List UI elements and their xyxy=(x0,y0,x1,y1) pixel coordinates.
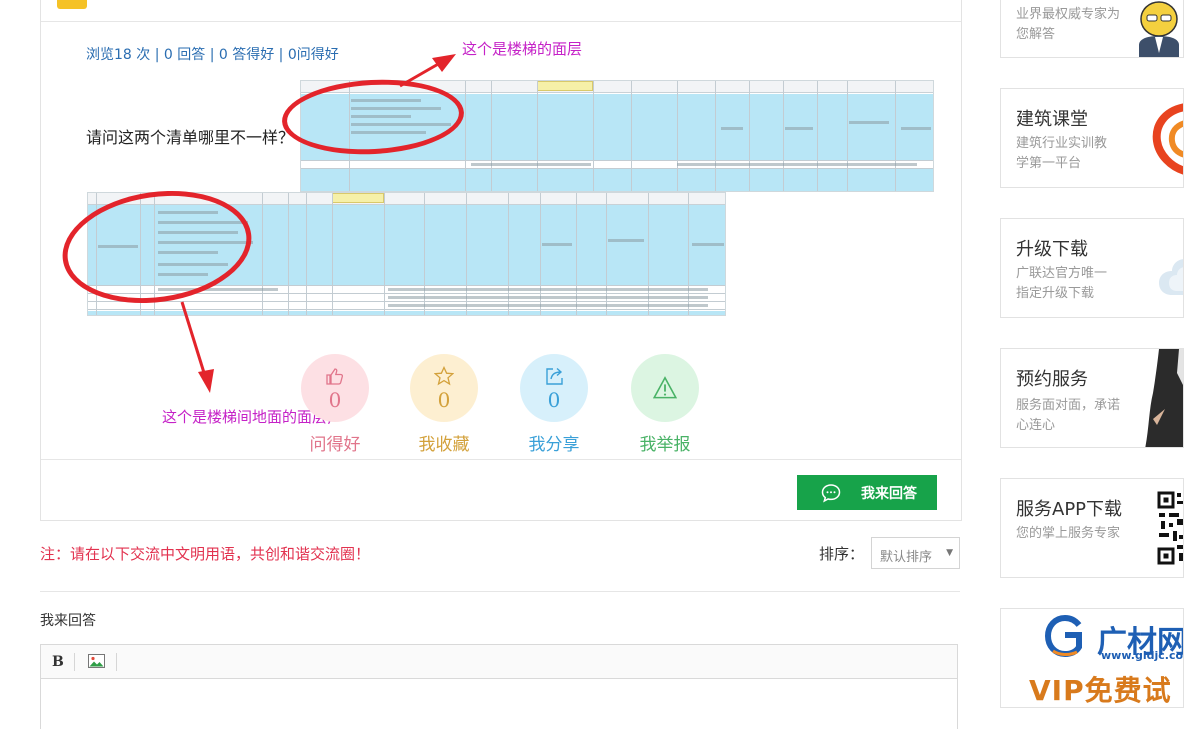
service-person-icon xyxy=(1145,349,1183,447)
report-button[interactable]: 我举报 xyxy=(631,354,699,455)
vip-promo-text: VIP免费试 xyxy=(1029,674,1172,707)
sidebar-card-desc: 广联达官方唯一指定升级下载 xyxy=(1016,266,1108,301)
question-badge-icon xyxy=(57,0,87,9)
sidebar-card-gldjc-ad[interactable]: 广材网 www.gldjc.com VIP免费试 xyxy=(1000,608,1184,708)
classroom-logo-icon xyxy=(1152,103,1183,175)
like-label: 问得好 xyxy=(309,435,361,455)
warning-icon xyxy=(653,376,677,399)
sheet-selected-row xyxy=(301,169,933,191)
sidebar-card-desc: 建筑行业实训教学第一平台 xyxy=(1016,136,1108,171)
editor-toolbar: B xyxy=(41,645,957,679)
sort-select[interactable]: 默认排序 ▼ xyxy=(871,537,960,569)
favorite-count: 0 xyxy=(437,388,451,412)
sidebar-card-desc: 服务面对面，承诺心连心 xyxy=(1016,398,1121,433)
sidebar-card-title: 服务APP下载 xyxy=(1016,499,1123,520)
sidebar-card-download[interactable]: 升级下载 广联达官方唯一指定升级下载 xyxy=(1000,218,1184,318)
bold-button[interactable]: B xyxy=(52,654,64,670)
sidebar-card-app-download[interactable]: 服务APP下载 您的掌上服务专家 xyxy=(1000,478,1184,578)
sheet-selected-row xyxy=(88,311,725,315)
panel-divider xyxy=(41,459,961,460)
answer-button[interactable]: 我来回答 xyxy=(797,475,937,510)
sidebar-card-title: 建筑课堂 xyxy=(1016,109,1088,130)
favorite-button[interactable]: 0 我收藏 xyxy=(410,354,478,455)
civility-notice: 注：请在以下交流中文明用语，共创和谐交流圈！ xyxy=(40,545,371,563)
chevron-down-icon: ▼ xyxy=(946,548,953,558)
chat-icon xyxy=(821,484,841,503)
thumbs-up-icon xyxy=(326,368,344,385)
sidebar-card-desc: 您的掌上服务专家 xyxy=(1016,526,1121,541)
gldjc-logo-icon xyxy=(1045,615,1082,658)
question-stats: 浏览18 次 | 0 回答 | 0 答得好 | 0问得好 xyxy=(86,47,339,63)
like-question-button[interactable]: 0 问得好 xyxy=(301,354,369,455)
share-icon xyxy=(546,367,563,385)
sidebar-card-desc: 业界最权威专家为您解答 xyxy=(1016,7,1121,42)
reply-title: 我来回答 xyxy=(40,613,96,629)
section-divider xyxy=(40,591,960,592)
answer-button-label: 我来回答 xyxy=(861,485,917,502)
question-header xyxy=(41,0,961,22)
star-icon xyxy=(434,366,454,386)
sort-selected-value: 默认排序 xyxy=(880,550,933,565)
annotation-note-top: 这个是楼梯的面层 xyxy=(462,40,583,58)
question-title-cropped xyxy=(99,0,179,3)
sheet-header-highlight xyxy=(537,81,593,91)
gldjc-url: www.gldjc.com xyxy=(1101,649,1184,662)
cloud-download-icon xyxy=(1159,259,1183,295)
sidebar-card-title: 升级下载 xyxy=(1016,239,1088,260)
question-text: 请问这两个清单哪里不一样？ xyxy=(86,128,295,147)
sidebar-card-experts[interactable]: 业界最权威专家为您解答 xyxy=(1000,0,1184,58)
like-circle: 0 xyxy=(301,354,369,422)
like-count: 0 xyxy=(328,388,342,412)
share-count: 0 xyxy=(547,388,561,412)
expert-mascot-icon xyxy=(1139,1,1179,57)
sheet-header-highlight xyxy=(332,193,384,203)
sidebar-card-appointment[interactable]: 预约服务 服务面对面，承诺心连心 xyxy=(1000,348,1184,448)
share-label: 我分享 xyxy=(528,435,580,455)
qr-code-icon xyxy=(1157,491,1183,567)
image-icon[interactable] xyxy=(88,654,105,668)
sidebar-card-title: 预约服务 xyxy=(1016,369,1088,390)
share-circle: 0 xyxy=(520,354,588,422)
favorite-circle: 0 xyxy=(410,354,478,422)
sort-label: 排序： xyxy=(819,545,865,563)
report-label: 我举报 xyxy=(639,435,691,455)
share-button[interactable]: 0 我分享 xyxy=(520,354,588,455)
report-circle xyxy=(631,354,699,422)
sidebar-card-classroom[interactable]: 建筑课堂 建筑行业实训教学第一平台 xyxy=(1000,88,1184,188)
favorite-label: 我收藏 xyxy=(418,435,470,455)
reply-editor[interactable]: B xyxy=(40,644,958,729)
